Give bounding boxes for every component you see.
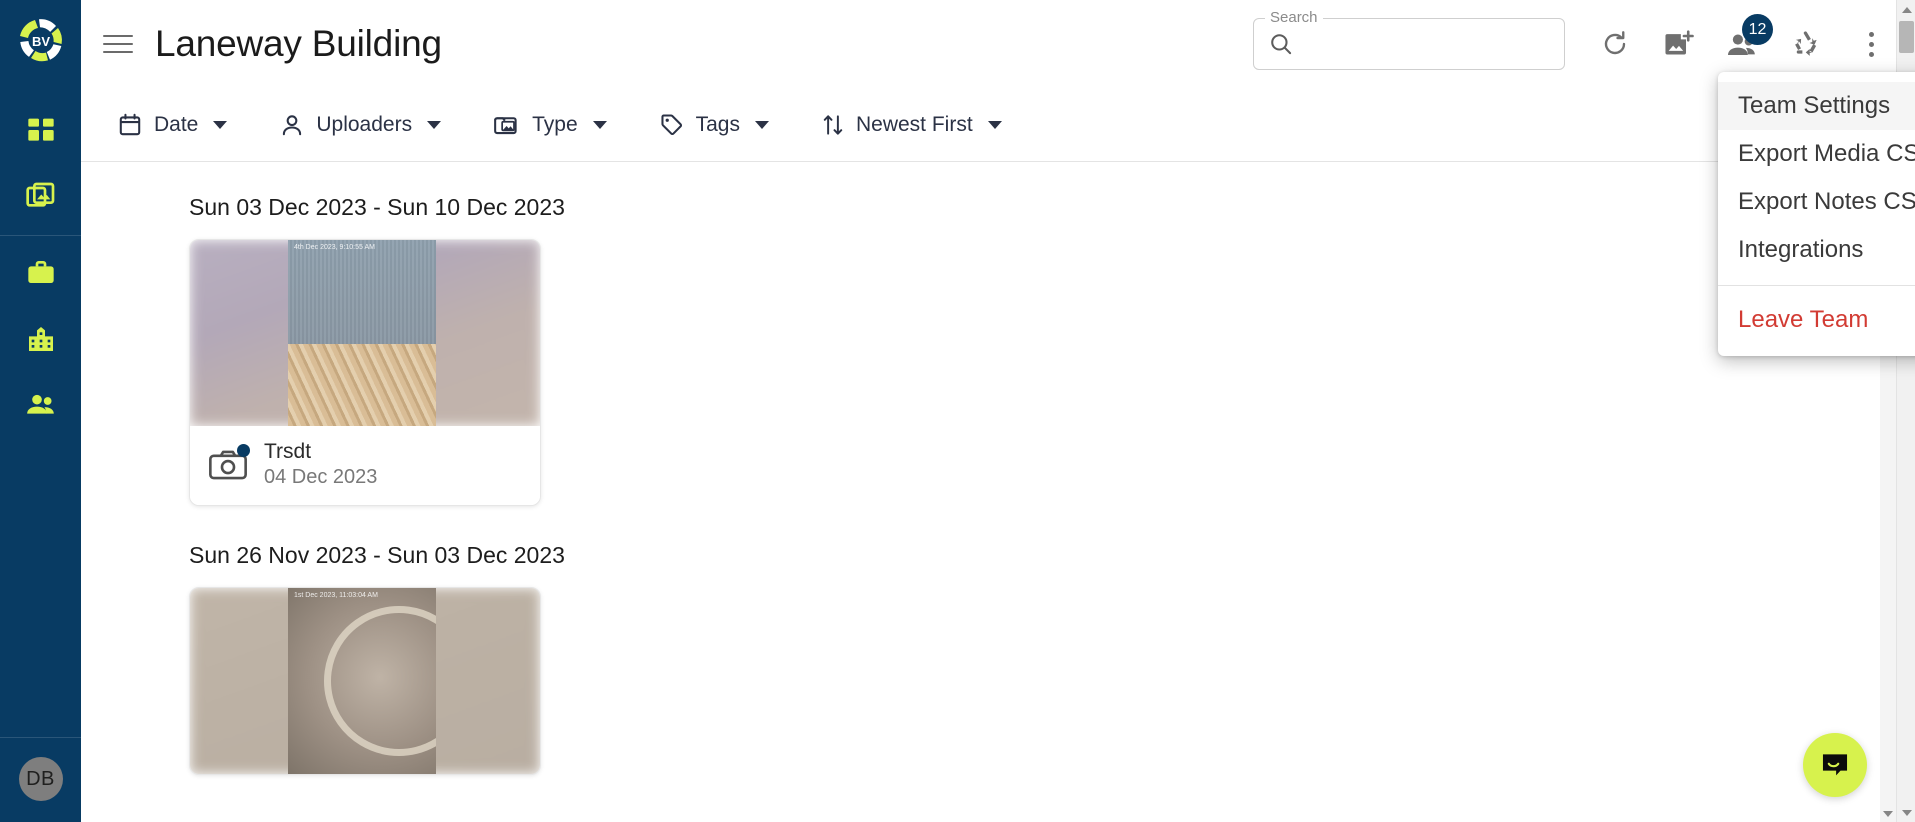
tag-icon bbox=[661, 113, 682, 135]
gallery-images-icon bbox=[25, 182, 54, 207]
filter-uploaders[interactable]: Uploaders bbox=[267, 104, 453, 146]
sort-arrows-icon bbox=[823, 114, 843, 135]
filter-type-label: Type bbox=[532, 112, 578, 136]
person-icon bbox=[283, 114, 302, 135]
filter-date-label: Date bbox=[154, 112, 199, 136]
sidebar: BV DB bbox=[0, 0, 81, 822]
app-header: Laneway Building Search 12 bbox=[81, 0, 1915, 88]
menu-item-team-settings[interactable]: Team Settings bbox=[1718, 82, 1915, 130]
media-card[interactable]: 1st Dec 2023, 11:03:04 AM bbox=[189, 587, 541, 775]
menu-separator bbox=[1718, 285, 1915, 286]
thumb-timestamp: 1st Dec 2023, 11:03:04 AM bbox=[294, 592, 378, 599]
add-media-button[interactable] bbox=[1659, 24, 1699, 64]
menu-item-export-media-csv[interactable]: Export Media CSV bbox=[1718, 130, 1915, 178]
hamburger-icon[interactable] bbox=[103, 27, 137, 61]
chat-widget-button[interactable] bbox=[1803, 733, 1867, 797]
app-root: BV DB Laneway Building Search 12 Date Up… bbox=[0, 0, 1915, 822]
window-scroll-up-arrow[interactable] bbox=[1897, 0, 1915, 19]
filter-uploaders-label: Uploaders bbox=[316, 112, 413, 136]
filter-tags[interactable]: Tags bbox=[647, 104, 781, 146]
filter-type[interactable]: Type bbox=[481, 104, 619, 146]
media-card-name: Trsdt bbox=[264, 440, 312, 463]
media-content: Sun 03 Dec 2023 - Sun 10 Dec 2023 4th De… bbox=[81, 162, 1915, 822]
search-input[interactable] bbox=[1294, 19, 1564, 69]
sidebar-bottom-divider bbox=[0, 737, 81, 738]
window-scroll-down-arrow[interactable] bbox=[1897, 803, 1915, 822]
main-region: Laneway Building Search 12 Date Uploader… bbox=[81, 0, 1915, 822]
media-card-body: Trsdt 04 Dec 2023 bbox=[190, 426, 540, 505]
more-options-button[interactable] bbox=[1851, 24, 1891, 64]
sidebar-item-projects[interactable] bbox=[0, 240, 81, 306]
chevron-down-icon bbox=[754, 120, 769, 129]
search-label: Search bbox=[1265, 9, 1323, 26]
media-thumbnail: 4th Dec 2023, 9:10:55 AM bbox=[190, 240, 540, 426]
dashboard-grid-icon bbox=[27, 118, 54, 141]
search-icon bbox=[1271, 34, 1292, 55]
media-card-date: 04 Dec 2023 bbox=[264, 466, 378, 488]
sidebar-item-buildings[interactable] bbox=[0, 306, 81, 372]
kebab-menu-icon bbox=[1868, 31, 1874, 57]
sort-order-button[interactable]: Newest First bbox=[809, 104, 1014, 146]
page-title: Laneway Building bbox=[155, 23, 442, 64]
camera-icon-wrap bbox=[208, 443, 250, 482]
add-image-icon bbox=[1665, 30, 1694, 55]
media-thumbnail: 1st Dec 2023, 11:03:04 AM bbox=[190, 588, 540, 774]
header-actions: 12 bbox=[1595, 14, 1891, 64]
svg-text:BV: BV bbox=[31, 34, 49, 49]
media-list: Sun 03 Dec 2023 - Sun 10 Dec 2023 4th De… bbox=[81, 162, 1915, 775]
thumb-timestamp: 4th Dec 2023, 9:10:55 AM bbox=[294, 244, 375, 251]
image-folder-icon bbox=[494, 116, 517, 134]
window-scroll-thumb[interactable] bbox=[1899, 21, 1914, 53]
menu-item-export-notes-csv[interactable]: Export Notes CSV bbox=[1718, 178, 1915, 226]
chat-bubble-icon bbox=[1822, 754, 1848, 776]
bv-logo-icon: BV bbox=[19, 19, 62, 62]
chevron-down-icon bbox=[987, 120, 1002, 129]
filter-toolbar: Date Uploaders Type Tags Newest First bbox=[81, 88, 1915, 162]
user-avatar[interactable]: DB bbox=[18, 757, 63, 801]
sidebar-divider bbox=[0, 235, 81, 236]
group-title: Sun 26 Nov 2023 - Sun 03 Dec 2023 bbox=[189, 542, 565, 568]
building-icon bbox=[28, 327, 53, 351]
unread-indicator-dot bbox=[237, 443, 250, 457]
group-title: Sun 03 Dec 2023 - Sun 10 Dec 2023 bbox=[189, 194, 565, 220]
search-field[interactable]: Search bbox=[1253, 9, 1565, 70]
briefcase-icon bbox=[27, 261, 54, 283]
media-card[interactable]: 4th Dec 2023, 9:10:55 AM Trsdt 04 Dec 20… bbox=[189, 239, 541, 506]
sidebar-nav bbox=[0, 97, 81, 438]
filter-tags-label: Tags bbox=[695, 112, 740, 136]
menu-item-leave-team[interactable]: Leave Team bbox=[1718, 296, 1915, 344]
refresh-icon bbox=[1604, 31, 1626, 55]
team-options-menu: Team Settings Export Media CSV Export No… bbox=[1718, 72, 1915, 356]
people-icon bbox=[26, 394, 54, 414]
recycle-bin-button[interactable] bbox=[1787, 24, 1827, 64]
menu-item-integrations[interactable]: Integrations bbox=[1718, 226, 1915, 274]
sidebar-item-dashboard[interactable] bbox=[0, 97, 81, 163]
sort-order-label: Newest First bbox=[855, 112, 973, 136]
chevron-down-icon bbox=[213, 120, 228, 129]
team-members-button[interactable]: 12 bbox=[1723, 14, 1773, 64]
recycle-icon bbox=[1795, 31, 1817, 56]
calendar-icon bbox=[119, 113, 141, 135]
filter-date[interactable]: Date bbox=[105, 104, 239, 146]
media-card-text: Trsdt 04 Dec 2023 bbox=[264, 440, 377, 489]
thumb-photo: 4th Dec 2023, 9:10:55 AM bbox=[288, 240, 436, 426]
thumb-photo: 1st Dec 2023, 11:03:04 AM bbox=[288, 588, 436, 774]
sidebar-item-media[interactable] bbox=[0, 163, 81, 229]
team-count-badge: 12 bbox=[1742, 14, 1773, 45]
scroll-down-arrow[interactable] bbox=[1880, 806, 1896, 822]
chevron-down-icon bbox=[592, 120, 607, 129]
sidebar-item-teams[interactable] bbox=[0, 372, 81, 438]
app-logo[interactable]: BV bbox=[12, 11, 70, 69]
chevron-down-icon bbox=[427, 120, 442, 129]
refresh-button[interactable] bbox=[1595, 24, 1635, 64]
